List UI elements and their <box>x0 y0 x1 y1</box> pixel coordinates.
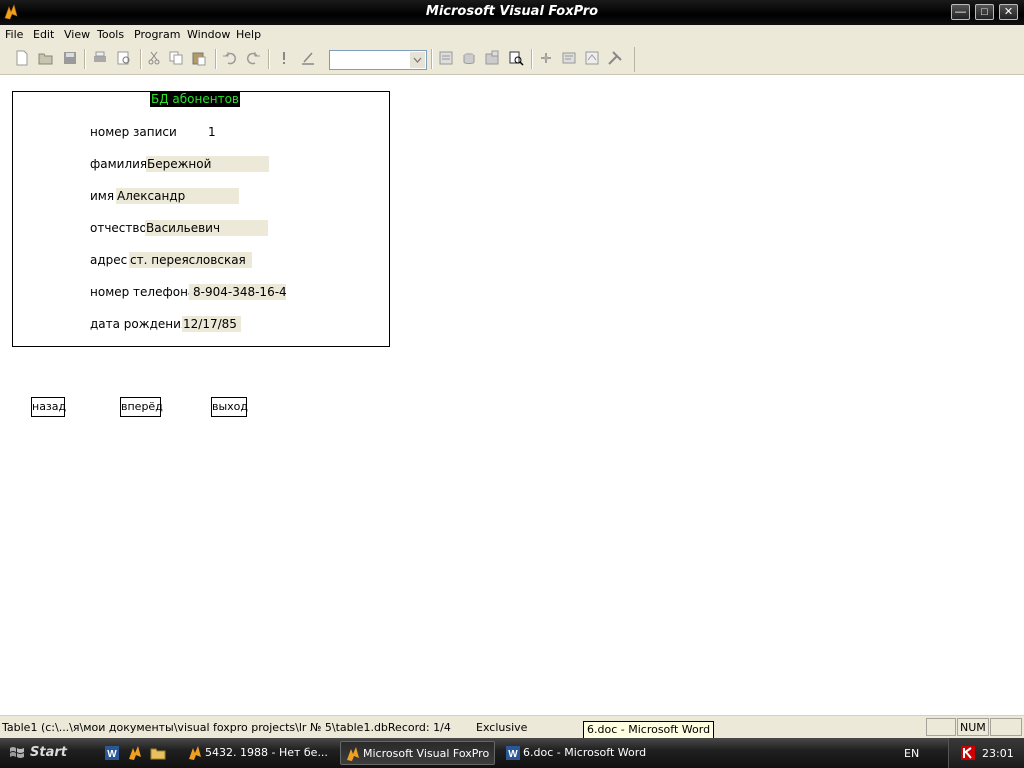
task-label: Microsoft Visual FoxPro <box>363 747 490 760</box>
toolbar-separator <box>84 49 86 69</box>
foxpro-icon <box>189 746 201 760</box>
standard-toolbar <box>0 45 1024 75</box>
toolbar-separator <box>531 49 533 69</box>
taskbar: Start W 5432. 1988 - Нет бе... Microsoft… <box>0 738 1024 768</box>
num-lock-indicator: NUM <box>960 721 986 734</box>
minimize-button[interactable]: — <box>951 4 970 20</box>
start-button[interactable]: Start <box>0 738 92 768</box>
chevron-down-icon[interactable] <box>410 52 425 68</box>
maximize-button[interactable]: □ <box>975 4 994 20</box>
status-mode: Exclusive <box>476 721 528 734</box>
windows-logo-icon <box>10 747 24 758</box>
modify-form-icon[interactable] <box>300 50 316 66</box>
start-label: Start <box>30 745 67 760</box>
open-folder-icon[interactable] <box>38 50 54 66</box>
redo-icon[interactable] <box>245 50 261 66</box>
taskbar-tooltip: 6.doc - Microsoft Word <box>583 721 715 739</box>
patronymic-label: отчество <box>90 221 147 235</box>
close-button[interactable]: ✕ <box>999 4 1018 20</box>
folder-icon[interactable] <box>150 745 166 761</box>
task-label: 5432. 1988 - Нет бе... <box>205 746 328 759</box>
menu-view[interactable]: View <box>64 28 90 41</box>
svg-text:W: W <box>508 749 518 760</box>
print-preview-icon[interactable] <box>116 50 132 66</box>
clock: 23:01 <box>982 747 1014 760</box>
save-icon[interactable] <box>62 50 78 66</box>
paste-icon[interactable] <box>191 50 207 66</box>
status-panel <box>990 718 1022 736</box>
birthdate-field[interactable]: 12/17/85 <box>182 316 241 332</box>
menu-edit[interactable]: Edit <box>33 28 54 41</box>
database-icon[interactable] <box>484 50 500 66</box>
run-icon[interactable] <box>276 50 292 66</box>
print-icon[interactable] <box>92 50 108 66</box>
task-button-foxpro-doc[interactable]: 5432. 1988 - Нет бе... <box>183 741 333 765</box>
surname-label: фамилия <box>90 157 148 171</box>
menu-bar: File Edit View Tools Program Window Help <box>0 25 1024 45</box>
record-number-label: номер записи <box>90 125 177 139</box>
new-file-icon[interactable] <box>14 50 30 66</box>
undo-icon[interactable] <box>222 50 238 66</box>
antivirus-icon[interactable] <box>960 745 976 761</box>
status-table-path: Table1 (c:\...\я\мои документы\visual fo… <box>2 721 451 734</box>
data-session-icon[interactable] <box>461 50 477 66</box>
toolbar-separator <box>215 49 217 69</box>
menu-tools[interactable]: Tools <box>97 28 124 41</box>
status-num-panel: NUM <box>957 718 989 736</box>
cut-icon[interactable] <box>146 50 162 66</box>
exit-button[interactable]: выход <box>211 397 248 417</box>
menu-file[interactable]: File <box>5 28 23 41</box>
language-indicator[interactable]: EN <box>904 747 919 760</box>
connections-icon[interactable] <box>538 50 554 66</box>
status-panel <box>926 718 956 736</box>
title-bar: Microsoft Visual FoxPro — □ ✕ <box>0 0 1024 25</box>
task-button-visual-foxpro[interactable]: Microsoft Visual FoxPro <box>340 741 495 765</box>
foxpro-icon[interactable] <box>127 745 143 761</box>
forward-button[interactable]: вперёд <box>120 397 163 417</box>
menu-program[interactable]: Program <box>134 28 180 41</box>
svg-text:W: W <box>107 749 117 760</box>
word-icon[interactable]: W <box>104 745 120 761</box>
form-title: БД абонентов <box>150 92 240 107</box>
phone-label: номер телефона <box>90 285 196 299</box>
task-label: 6.doc - Microsoft Word <box>523 746 647 759</box>
status-bar: Table1 (c:\...\я\мои документы\visual fo… <box>0 715 1024 739</box>
form-wizard-icon[interactable] <box>584 50 600 66</box>
command-window-icon[interactable] <box>438 50 454 66</box>
back-button[interactable]: назад <box>31 397 66 417</box>
copy-icon[interactable] <box>168 50 184 66</box>
record-number-value: 1 <box>208 125 216 139</box>
word-icon: W <box>506 746 520 760</box>
address-field[interactable]: ст. переясловская <box>129 252 252 268</box>
task-button-word[interactable]: W 6.doc - Microsoft Word <box>501 741 656 765</box>
birthdate-label: дата рождения <box>90 317 189 331</box>
patronymic-field[interactable]: Васильевич <box>145 220 268 236</box>
toolbar-separator <box>140 49 142 69</box>
form-window <box>12 91 390 347</box>
tools-icon[interactable] <box>607 50 623 66</box>
name-field[interactable]: Александр <box>116 188 239 204</box>
surname-field[interactable]: Бережной <box>146 156 269 172</box>
foxpro-icon <box>347 747 359 761</box>
address-label: адрес <box>90 253 128 267</box>
find-icon[interactable] <box>508 50 524 66</box>
name-label: имя <box>90 189 115 203</box>
menu-help[interactable]: Help <box>236 28 261 41</box>
toolbar-separator <box>431 49 433 69</box>
phone-field[interactable]: 8-904-348-16-4 <box>189 284 286 300</box>
menu-window[interactable]: Window <box>187 28 230 41</box>
window-title: Microsoft Visual FoxPro <box>425 4 599 19</box>
toolbar-separator <box>268 49 270 69</box>
combo-box[interactable] <box>329 50 427 70</box>
report-wizard-icon[interactable] <box>561 50 577 66</box>
